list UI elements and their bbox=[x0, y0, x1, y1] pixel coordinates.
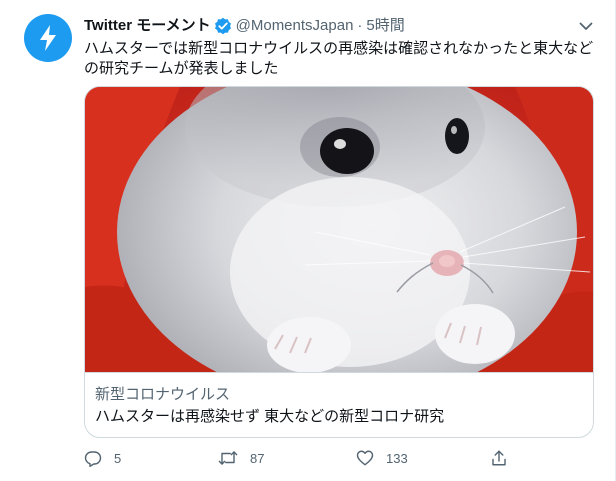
retweet-count: 87 bbox=[250, 450, 265, 466]
reply-icon bbox=[84, 451, 102, 467]
share-button[interactable] bbox=[490, 446, 508, 470]
reply-count: 5 bbox=[114, 450, 122, 466]
retweet-icon bbox=[218, 451, 238, 465]
card-source: 新型コロナウイルス bbox=[95, 386, 231, 403]
tweet-text: ハムスターでは新型コロナウイルスの再感染は確認されなかったと東大などの研究チーム… bbox=[84, 40, 594, 77]
tweet-actions: 5 87 133 bbox=[84, 446, 604, 470]
verified-badge-icon bbox=[214, 17, 232, 35]
chevron-down-icon bbox=[579, 22, 593, 30]
like-button[interactable]: 133 bbox=[356, 446, 408, 470]
separator: · bbox=[357, 17, 363, 34]
tweet[interactable]: Twitter モーメント @MomentsJapan · 5時間 ハムスターで… bbox=[0, 0, 616, 481]
timestamp[interactable]: 5時間 bbox=[366, 16, 404, 36]
tweet-header: Twitter モーメント @MomentsJapan · 5時間 bbox=[84, 16, 405, 36]
lightning-bolt-icon bbox=[40, 25, 56, 51]
reply-button[interactable]: 5 bbox=[84, 446, 121, 470]
like-count: 133 bbox=[386, 450, 408, 466]
more-options-button[interactable] bbox=[574, 14, 598, 38]
card-title: ハムスターは再感染せず 東大などの新型コロナ研究 bbox=[95, 408, 445, 425]
handle[interactable]: @MomentsJapan bbox=[236, 16, 354, 36]
link-card[interactable]: 新型コロナウイルス ハムスターは再感染せず 東大などの新型コロナ研究 bbox=[84, 86, 594, 438]
display-name[interactable]: Twitter モーメント bbox=[84, 16, 211, 36]
card-meta[interactable]: 新型コロナウイルス ハムスターは再感染せず 東大などの新型コロナ研究 bbox=[85, 372, 593, 437]
share-icon bbox=[492, 450, 506, 466]
hamster-photo bbox=[85, 87, 593, 372]
heart-icon bbox=[356, 450, 374, 466]
retweet-button[interactable]: 87 bbox=[218, 446, 264, 470]
avatar[interactable] bbox=[24, 14, 72, 62]
